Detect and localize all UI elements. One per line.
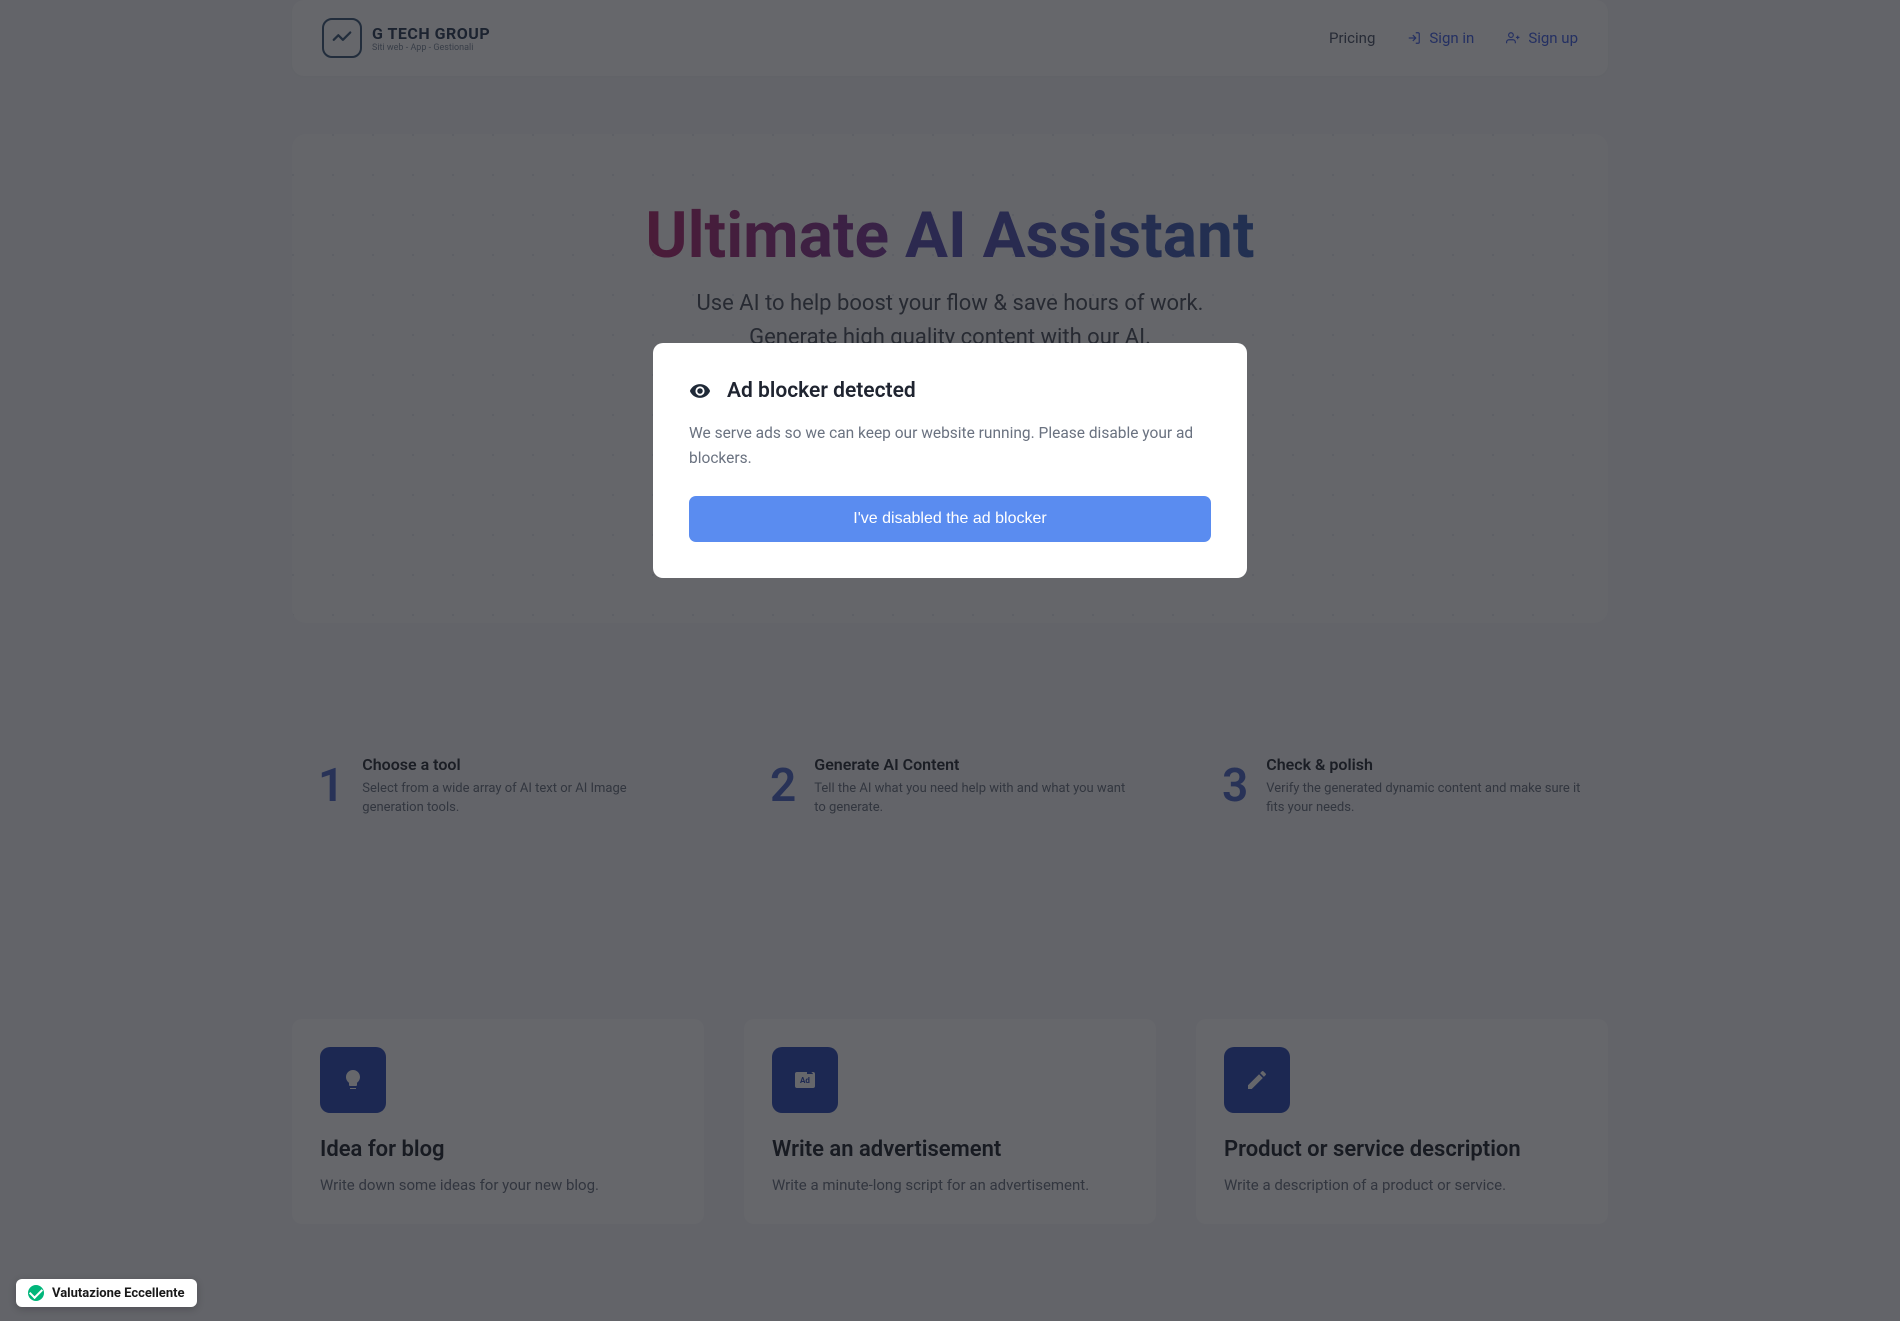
trust-label: Valutazione Eccellente [52,1286,185,1301]
modal-overlay: Ad blocker detected We serve ads so we c… [0,0,1900,1321]
eye-icon [689,380,711,402]
modal-body-text: We serve ads so we can keep our website … [689,421,1211,469]
checkmark-icon [28,1285,44,1301]
modal-title: Ad blocker detected [727,379,916,403]
adblock-modal: Ad blocker detected We serve ads so we c… [653,343,1247,577]
trust-badge[interactable]: Valutazione Eccellente [16,1279,197,1307]
modal-confirm-button[interactable]: I've disabled the ad blocker [689,496,1211,542]
